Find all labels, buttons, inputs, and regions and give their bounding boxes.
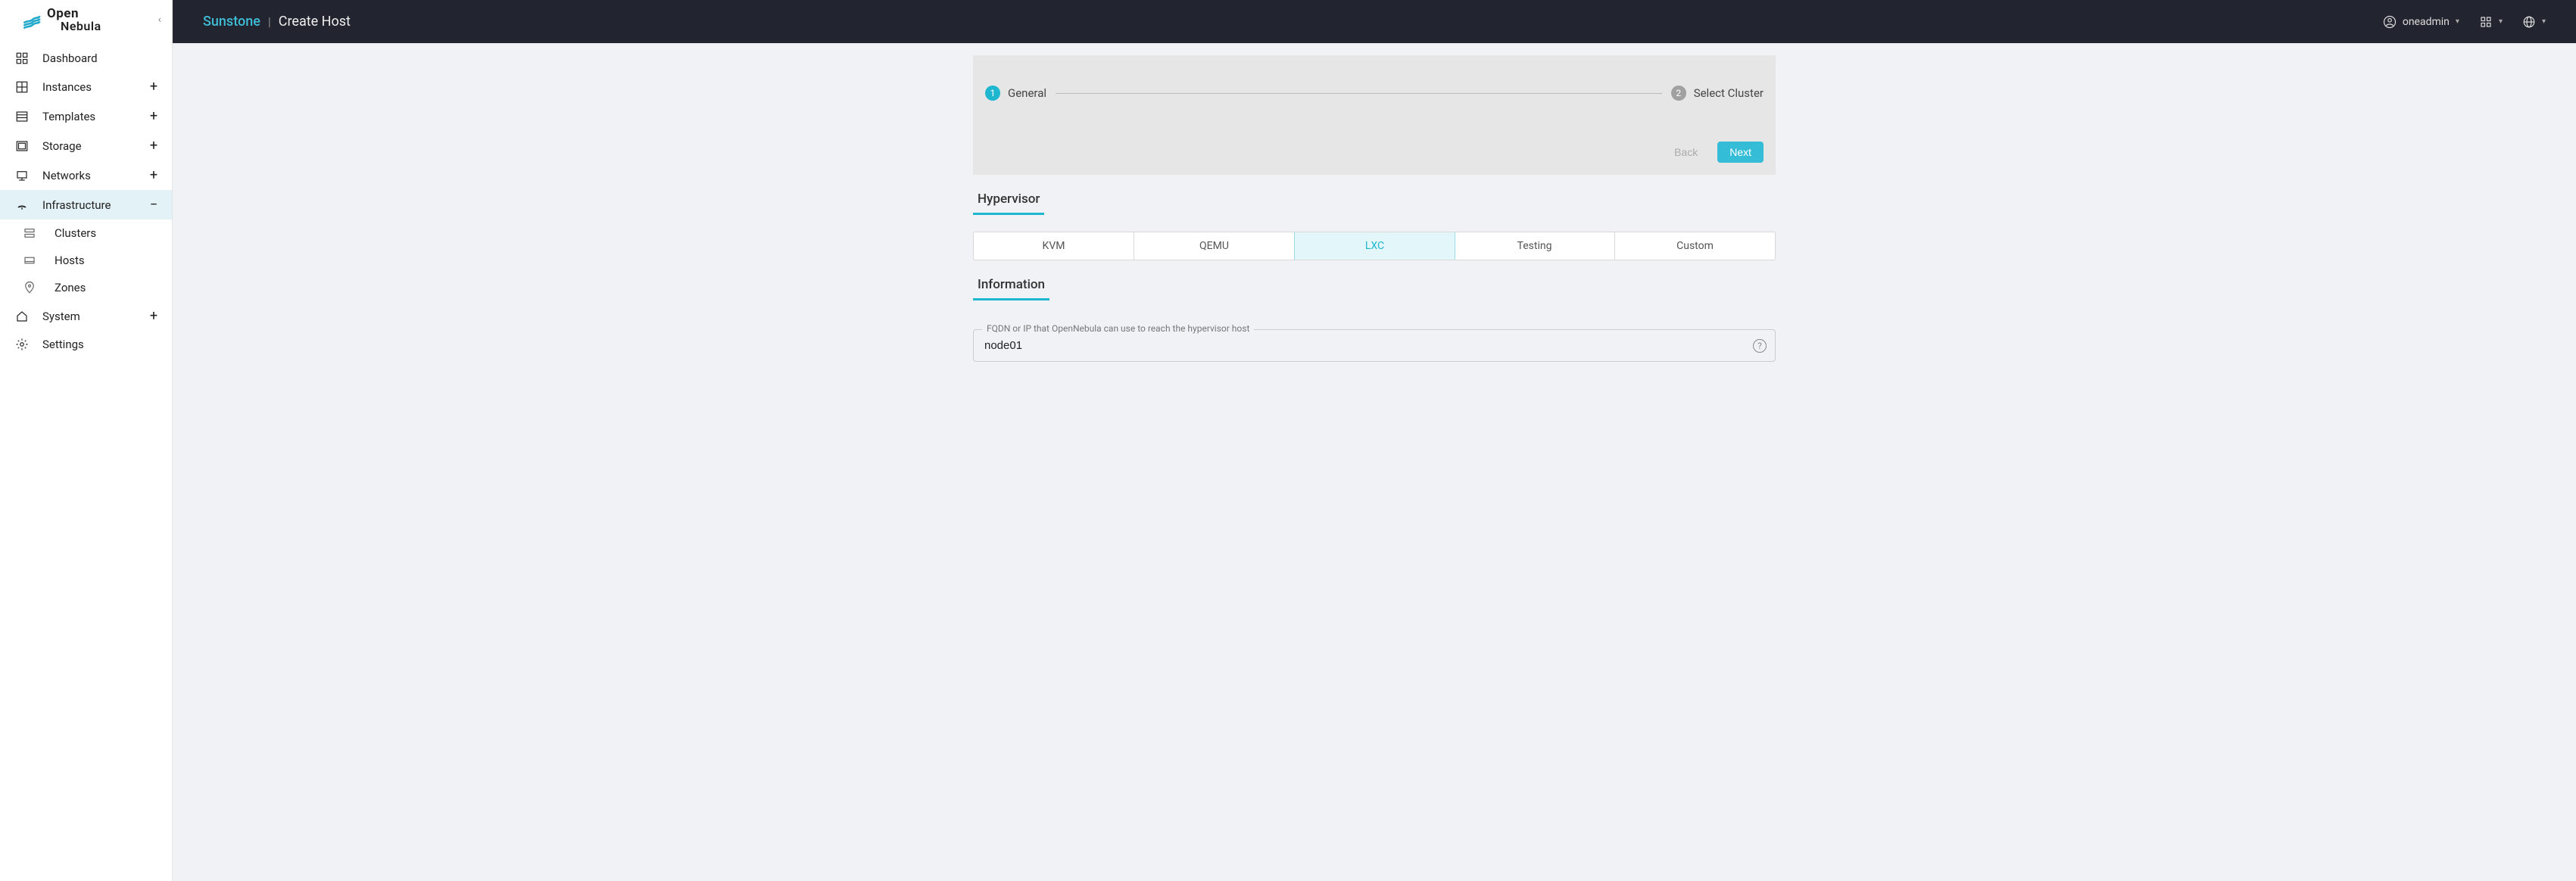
back-button[interactable]: Back [1662, 142, 1710, 163]
host-fqdn-input[interactable] [973, 329, 1776, 362]
clusters-icon [18, 226, 41, 240]
sidebar-item-storage[interactable]: Storage + [0, 131, 172, 160]
apps-menu[interactable]: ▾ [2479, 15, 2503, 29]
sidebar-item-system[interactable]: System + [0, 301, 172, 331]
hypervisor-options: KVM QEMU LXC Testing Custom [973, 232, 1776, 260]
logo-row: Open Nebula ‹ [0, 0, 172, 42]
hypervisor-option-lxc[interactable]: LXC [1294, 232, 1455, 260]
sidebar-item-label: Instances [42, 80, 146, 94]
sidebar-item-label: Storage [42, 139, 146, 153]
sidebar-item-instances[interactable]: Instances + [0, 72, 172, 101]
wizard-header: 1 General 2 Select Cluster Back Next [973, 55, 1776, 175]
sidebar-sub-clusters[interactable]: Clusters [0, 219, 172, 247]
step-label: Select Cluster [1694, 86, 1764, 100]
hypervisor-section-title: Hypervisor [973, 188, 1044, 215]
sidebar-item-templates[interactable]: Templates + [0, 101, 172, 131]
page-title: Create Host [279, 14, 351, 30]
plus-icon: + [146, 167, 161, 183]
topbar-right: oneadmin ▾ ▾ ▾ [2383, 15, 2546, 29]
user-menu[interactable]: oneadmin ▾ [2383, 15, 2459, 29]
instances-icon [11, 80, 33, 94]
plus-icon: + [146, 108, 161, 124]
sidebar-sub-label: Hosts [55, 254, 85, 267]
next-button[interactable]: Next [1717, 142, 1764, 163]
sidebar-item-label: Settings [42, 338, 161, 351]
minus-icon: − [146, 197, 161, 213]
sidebar-item-label: Templates [42, 110, 146, 123]
sidebar-item-label: Infrastructure [42, 198, 146, 212]
step-number: 1 [985, 86, 1000, 101]
content: 1 General 2 Select Cluster Back Next [173, 43, 2576, 881]
sidebar-item-settings[interactable]: Settings [0, 331, 172, 358]
step-number: 2 [1671, 86, 1686, 101]
settings-icon [11, 338, 33, 351]
sidebar-item-label: Dashboard [42, 51, 161, 65]
sidebar: Open Nebula ‹ Dashboard Instances + Temp… [0, 0, 173, 881]
storage-icon [11, 139, 33, 153]
plus-icon: + [146, 138, 161, 154]
wizard-step-general[interactable]: 1 General [985, 86, 1046, 101]
language-menu[interactable]: ▾ [2522, 15, 2546, 29]
wizard-actions: Back Next [982, 142, 1767, 163]
breadcrumb: Sunstone | Create Host [203, 14, 351, 30]
step-connector [1056, 93, 1662, 94]
information-section-title: Information [973, 274, 1049, 300]
nav-list: Dashboard Instances + Templates + Storag… [0, 45, 172, 358]
host-field-label: FQDN or IP that OpenNebula can use to re… [982, 323, 1254, 334]
templates-icon [11, 110, 33, 123]
system-icon [11, 310, 33, 323]
hosts-icon [18, 254, 41, 267]
step-label: General [1008, 86, 1046, 100]
hypervisor-option-testing[interactable]: Testing [1455, 232, 1615, 260]
host-field-wrap: FQDN or IP that OpenNebula can use to re… [973, 329, 1776, 362]
apps-icon [2479, 15, 2493, 29]
globe-icon [2522, 15, 2536, 29]
logo-text-2: Nebula [61, 20, 101, 33]
plus-icon: + [146, 308, 161, 324]
sidebar-item-networks[interactable]: Networks + [0, 160, 172, 190]
infrastructure-icon [11, 198, 33, 212]
chevron-down-icon: ▾ [2456, 17, 2459, 26]
sidebar-sub-label: Zones [55, 281, 86, 294]
brand-name: Sunstone [203, 14, 260, 30]
logo: Open Nebula [21, 8, 101, 33]
topbar: Sunstone | Create Host oneadmin ▾ ▾ ▾ [173, 0, 2576, 43]
help-icon[interactable]: ? [1753, 339, 1767, 353]
sidebar-item-dashboard[interactable]: Dashboard [0, 45, 172, 72]
sidebar-collapse-button[interactable]: ‹ [158, 14, 161, 26]
sidebar-sub-hosts[interactable]: Hosts [0, 247, 172, 274]
information-section: Information FQDN or IP that OpenNebula c… [973, 274, 1776, 362]
sidebar-item-infrastructure[interactable]: Infrastructure − [0, 190, 172, 219]
chevron-down-icon: ▾ [2542, 17, 2546, 26]
dashboard-icon [11, 51, 33, 65]
hypervisor-option-qemu[interactable]: QEMU [1134, 232, 1295, 260]
sidebar-item-label: System [42, 310, 146, 323]
zones-icon [18, 281, 41, 294]
main: Sunstone | Create Host oneadmin ▾ ▾ ▾ [173, 0, 2576, 881]
user-icon [2383, 15, 2397, 29]
hypervisor-option-kvm[interactable]: KVM [974, 232, 1134, 260]
wizard-steps: 1 General 2 Select Cluster [982, 86, 1767, 101]
breadcrumb-separator: | [268, 14, 271, 29]
user-name: oneadmin [2403, 16, 2450, 28]
sidebar-sub-zones[interactable]: Zones [0, 274, 172, 301]
hypervisor-section: Hypervisor KVM QEMU LXC Testing Custom [973, 188, 1776, 260]
plus-icon: + [146, 79, 161, 95]
wizard-step-select-cluster[interactable]: 2 Select Cluster [1671, 86, 1764, 101]
networks-icon [11, 169, 33, 182]
chevron-down-icon: ▾ [2499, 17, 2503, 26]
logo-icon [21, 10, 42, 31]
hypervisor-option-custom[interactable]: Custom [1615, 232, 1775, 260]
sidebar-sub-label: Clusters [55, 226, 96, 240]
sidebar-item-label: Networks [42, 169, 146, 182]
